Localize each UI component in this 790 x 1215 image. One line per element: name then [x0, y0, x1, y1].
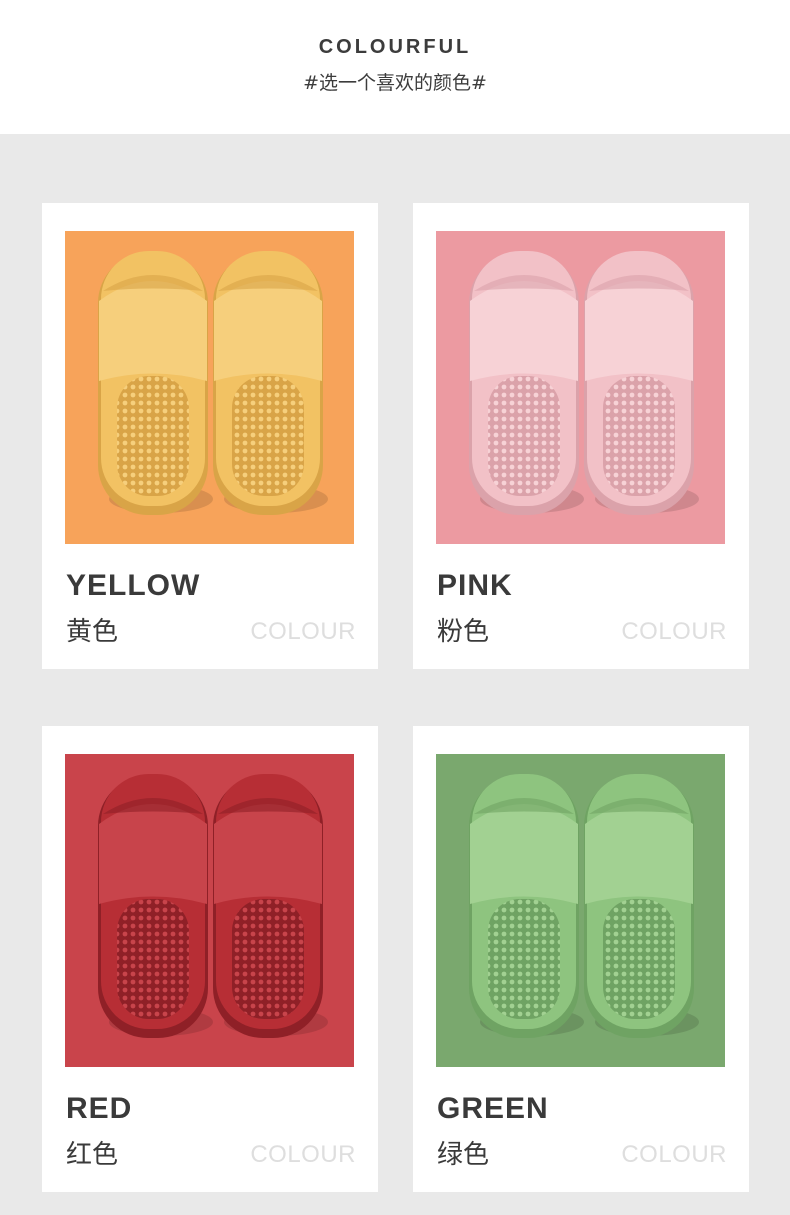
color-card-red[interactable]: RED 红色 COLOUR	[42, 726, 378, 1192]
page-title: COLOURFUL	[318, 36, 472, 58]
color-name-en: YELLOW	[66, 569, 201, 602]
colour-watermark: COLOUR	[621, 618, 727, 645]
colour-watermark: COLOUR	[621, 1141, 727, 1168]
page-header: COLOURFUL #选一个喜欢的颜色#	[0, 0, 790, 134]
color-name-cn: 绿色	[437, 1140, 490, 1170]
color-card-green[interactable]: GREEN 绿色 COLOUR	[413, 726, 749, 1192]
product-photo-red	[65, 754, 354, 1067]
color-name-cn: 红色	[66, 1140, 119, 1170]
page-subtitle: #选一个喜欢的颜色#	[303, 72, 487, 94]
colour-watermark: COLOUR	[250, 618, 356, 645]
product-photo-yellow	[65, 231, 354, 544]
color-card-pink[interactable]: PINK 粉色 COLOUR	[413, 203, 749, 669]
color-name-en: GREEN	[437, 1092, 549, 1125]
product-photo-green	[436, 754, 725, 1067]
color-name-cn: 粉色	[437, 617, 490, 647]
product-photo-pink	[436, 231, 725, 544]
color-card-yellow[interactable]: YELLOW 黄色 COLOUR	[42, 203, 378, 669]
color-name-cn: 黄色	[66, 617, 119, 647]
colour-watermark: COLOUR	[250, 1141, 356, 1168]
color-grid: YELLOW 黄色 COLOUR PINK 粉色 COLOUR RED 红色 C…	[0, 134, 790, 1215]
color-name-en: RED	[66, 1092, 133, 1125]
color-name-en: PINK	[437, 569, 513, 602]
